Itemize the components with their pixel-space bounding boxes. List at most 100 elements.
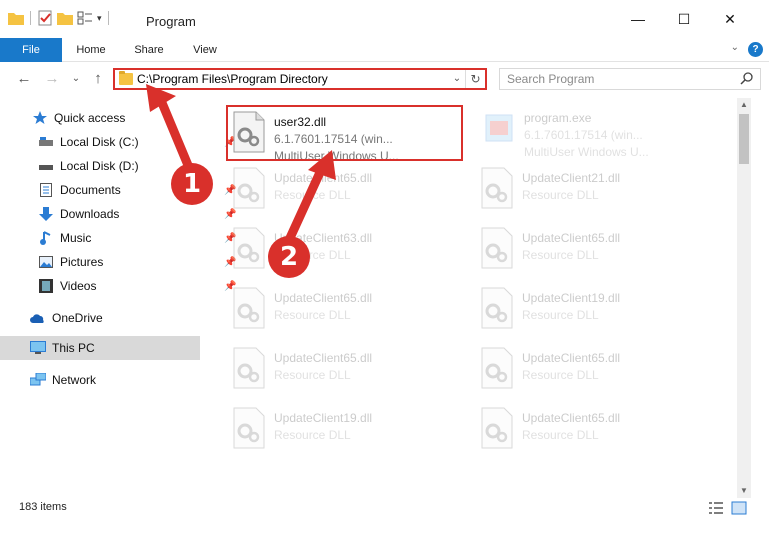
exe-file-icon xyxy=(485,114,513,142)
up-button[interactable]: ↑ xyxy=(88,68,108,90)
tab-file[interactable]: File xyxy=(0,38,62,62)
search-input[interactable]: Search Program xyxy=(507,72,594,86)
file-type: Resource DLL xyxy=(522,188,599,202)
file-item[interactable]: UpdateClient65.dll Resource DLL xyxy=(474,221,714,279)
annotation-callout-2: 2 xyxy=(268,236,310,278)
pictures-icon xyxy=(38,254,54,270)
file-type: Resource DLL xyxy=(522,248,599,262)
scroll-down-icon[interactable]: ▼ xyxy=(737,484,751,498)
search-icon[interactable] xyxy=(740,71,754,85)
sidebar-item-downloads[interactable]: Downloads 📌 xyxy=(38,202,236,226)
sidebar-item-label: Local Disk (C:) xyxy=(60,135,139,149)
file-list: user32.dll 6.1.7601.17514 (win... MultiU… xyxy=(202,98,736,498)
properties-icon[interactable] xyxy=(37,10,53,26)
sidebar-item-label: Downloads xyxy=(60,207,120,221)
sidebar-item-pictures[interactable]: Pictures 📌 xyxy=(38,250,236,274)
file-item[interactable]: UpdateClient65.dll Resource DLL xyxy=(474,341,714,399)
address-bar[interactable]: C:\Program Files\Program Directory ⌄ ↻ xyxy=(113,68,487,90)
file-name: UpdateClient65.dll xyxy=(522,411,621,425)
maximize-button[interactable]: ☐ xyxy=(661,4,707,34)
window-title: Program xyxy=(146,14,196,29)
file-name: UpdateClient65.dll xyxy=(274,291,373,305)
dll-file-icon xyxy=(233,227,265,269)
sidebar-item-this-pc[interactable]: This PC xyxy=(0,336,200,360)
file-type: Resource DLL xyxy=(274,368,351,382)
sidebar-item-label: Videos xyxy=(60,279,97,293)
quick-access-toolbar: ▾ xyxy=(8,10,111,26)
expand-ribbon-icon[interactable]: ⌄ xyxy=(731,42,739,53)
view-options-icon[interactable] xyxy=(77,11,93,25)
vertical-scrollbar[interactable]: ▲ ▼ xyxy=(737,98,751,498)
dll-file-icon xyxy=(481,287,513,329)
tab-home[interactable]: Home xyxy=(66,38,116,62)
large-icons-view-icon[interactable] xyxy=(731,501,747,515)
computer-icon xyxy=(30,340,46,356)
sidebar-item-label: Local Disk (D:) xyxy=(60,159,139,173)
close-button[interactable]: ✕ xyxy=(707,4,753,34)
help-button[interactable]: ? xyxy=(748,42,763,57)
item-count: 183 items xyxy=(19,501,67,513)
file-item[interactable]: UpdateClient21.dll Resource DLL xyxy=(474,161,714,219)
file-name: UpdateClient65.dll xyxy=(522,231,621,245)
toolbar-separator xyxy=(30,11,31,25)
sidebar-item-local-disk-d[interactable]: Local Disk (D:) xyxy=(38,154,139,178)
dll-file-icon xyxy=(233,287,265,329)
drive-icon xyxy=(38,158,54,174)
sidebar-item-network[interactable]: Network xyxy=(30,368,96,392)
sidebar-item-label: Network xyxy=(52,373,97,387)
address-dropdown-icon[interactable]: ⌄ xyxy=(449,70,465,88)
status-bar: 183 items xyxy=(0,498,769,518)
customize-toolbar-icon[interactable]: ▾ xyxy=(97,13,102,24)
recent-locations-button[interactable]: ⌄ xyxy=(66,68,86,90)
drive-icon xyxy=(38,134,54,150)
scroll-up-icon[interactable]: ▲ xyxy=(737,98,751,112)
file-version: 6.1.7601.17514 (win... xyxy=(524,128,643,142)
file-item[interactable]: UpdateClient65.dll Resource DLL xyxy=(226,161,466,219)
tab-share[interactable]: Share xyxy=(124,38,174,62)
file-type: Resource DLL xyxy=(274,188,351,202)
file-item[interactable]: UpdateClient65.dll Resource DLL xyxy=(474,401,714,459)
sidebar-item-label: Pictures xyxy=(60,255,104,269)
scroll-thumb[interactable] xyxy=(739,114,749,164)
file-name: UpdateClient21.dll xyxy=(522,171,621,185)
details-view-icon[interactable] xyxy=(708,501,724,515)
dll-file-icon xyxy=(481,227,513,269)
back-button[interactable]: ← xyxy=(14,68,34,90)
sidebar-item-label: Documents xyxy=(60,183,121,197)
folder-icon xyxy=(8,13,24,25)
new-folder-icon[interactable] xyxy=(57,11,73,25)
forward-button[interactable]: → xyxy=(42,68,62,90)
sidebar-item-music[interactable]: Music 📌 xyxy=(38,226,236,250)
file-name: program.exe xyxy=(524,111,592,125)
file-item[interactable]: UpdateClient19.dll Resource DLL xyxy=(474,281,714,339)
file-type: Resource DLL xyxy=(522,428,599,442)
sidebar-item-local-disk-c[interactable]: Local Disk (C:) 📌 xyxy=(38,130,236,154)
sidebar-item-label: OneDrive xyxy=(52,311,103,325)
sidebar-item-videos[interactable]: Videos 📌 xyxy=(38,274,236,298)
minimize-button[interactable]: — xyxy=(615,4,661,34)
file-item[interactable]: UpdateClient63.dll Resource DLL xyxy=(226,221,466,279)
sidebar-item-label: Music xyxy=(60,231,92,245)
search-box[interactable]: Search Program xyxy=(499,68,761,90)
sidebar-item-label: This PC xyxy=(52,341,95,355)
videos-icon xyxy=(38,278,54,294)
file-item[interactable]: UpdateClient65.dll Resource DLL xyxy=(226,281,466,339)
file-name: UpdateClient19.dll xyxy=(522,291,621,305)
address-path[interactable]: C:\Program Files\Program Directory xyxy=(137,72,328,86)
tab-view[interactable]: View xyxy=(180,38,230,62)
dll-file-icon xyxy=(481,167,513,209)
file-item[interactable]: UpdateClient19.dll Resource DLL xyxy=(226,401,466,459)
dll-file-icon xyxy=(233,347,265,389)
toolbar-separator xyxy=(107,11,109,25)
file-item[interactable]: UpdateClient65.dll Resource DLL xyxy=(226,341,466,399)
file-type: Resource DLL xyxy=(522,308,599,322)
file-name: UpdateClient65.dll xyxy=(522,351,621,365)
sidebar-item-onedrive[interactable]: OneDrive xyxy=(30,306,103,330)
navigation-bar: ← → ⌄ ↑ C:\Program Files\Program Directo… xyxy=(0,62,769,98)
star-icon xyxy=(32,110,48,126)
network-icon xyxy=(30,372,46,388)
documents-icon xyxy=(38,182,54,198)
sidebar-item-quick-access[interactable]: Quick access xyxy=(32,106,125,130)
refresh-button[interactable]: ↻ xyxy=(465,70,485,88)
file-item-program-exe[interactable]: program.exe 6.1.7601.17514 (win... Multi… xyxy=(476,101,716,159)
